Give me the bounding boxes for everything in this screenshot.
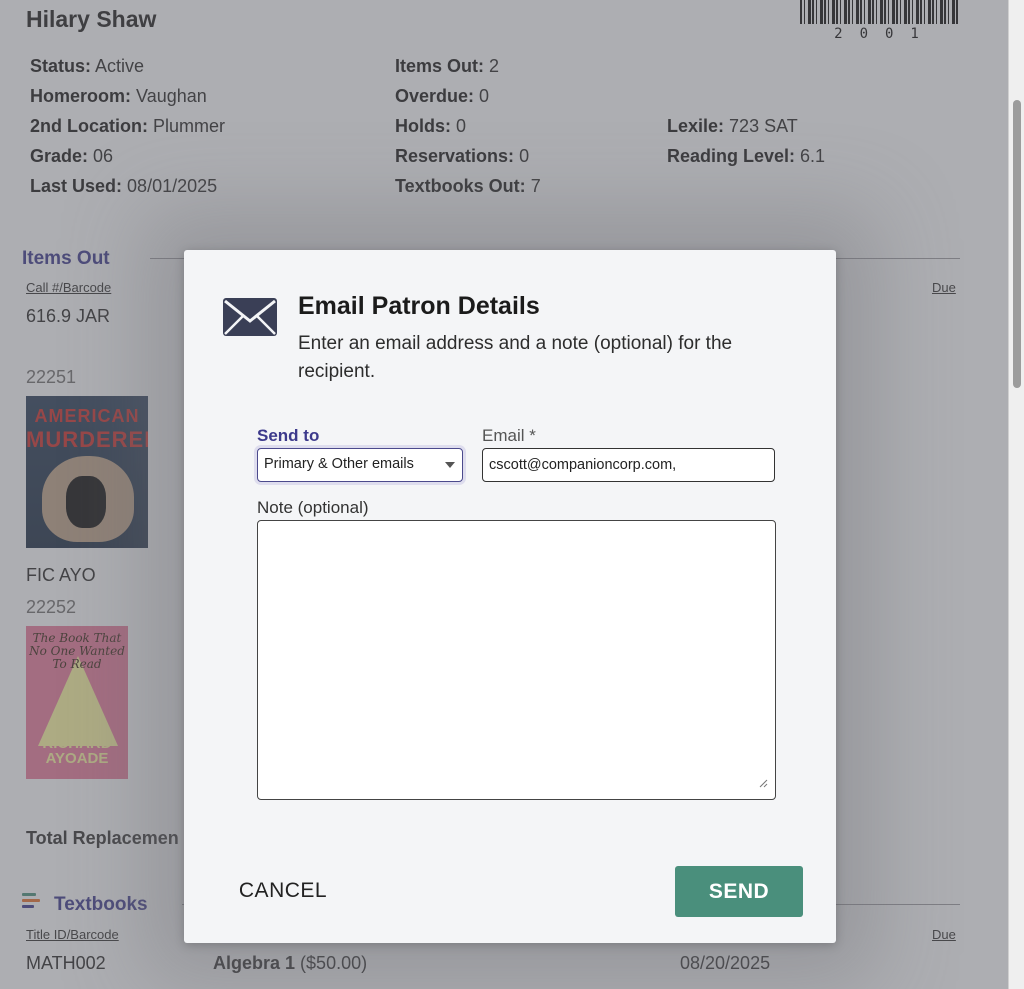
email-label: Email * bbox=[482, 426, 536, 445]
caret-down-icon bbox=[445, 462, 455, 468]
resize-grip-icon[interactable] bbox=[758, 778, 768, 788]
envelope-icon bbox=[223, 298, 277, 336]
send-to-label: Send to bbox=[257, 426, 320, 445]
send-button[interactable]: SEND bbox=[675, 866, 803, 917]
send-to-select[interactable]: Primary & Other emails bbox=[257, 448, 463, 482]
page-scrollbar[interactable] bbox=[1008, 0, 1024, 989]
note-textarea[interactable] bbox=[257, 520, 776, 800]
email-input[interactable] bbox=[482, 448, 775, 482]
note-label: Note (optional) bbox=[257, 498, 369, 517]
cancel-button[interactable]: CANCEL bbox=[224, 866, 342, 916]
send-to-value: Primary & Other emails bbox=[264, 456, 414, 472]
email-patron-dialog: Email Patron Details Enter an email addr… bbox=[184, 250, 836, 943]
dialog-title: Email Patron Details bbox=[298, 292, 540, 320]
dialog-description: Enter an email address and a note (optio… bbox=[298, 333, 733, 382]
scrollbar-thumb[interactable] bbox=[1013, 100, 1021, 388]
